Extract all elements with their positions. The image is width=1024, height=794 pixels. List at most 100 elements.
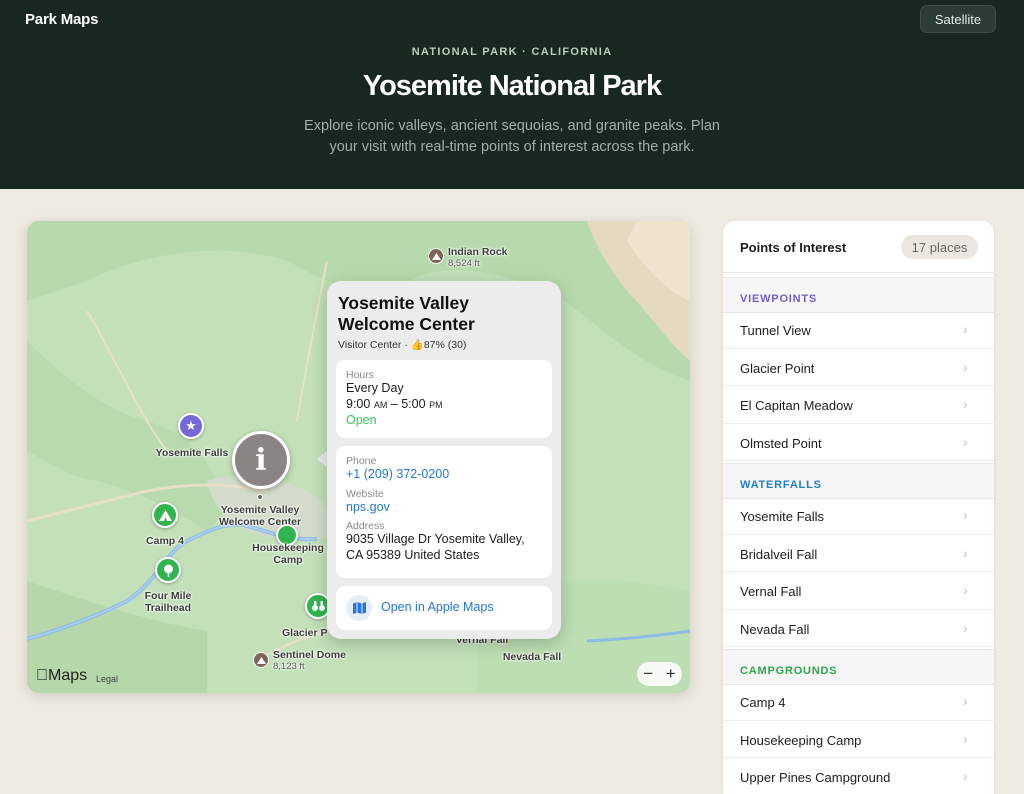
zoom-out-button[interactable]: − [643, 664, 653, 684]
poi-item-label: El Capitan Meadow [740, 398, 853, 413]
marker-label-four-mile: Four Mile Trailhead [128, 590, 208, 614]
marker-name: Housekeeping [252, 542, 324, 554]
website-label: Website [346, 487, 384, 500]
info-icon[interactable]: i [232, 431, 290, 489]
address-label: Address [346, 520, 385, 532]
chevron-right-icon: › [963, 693, 968, 709]
poi-item-upper-pines[interactable]: Upper Pines Campground › [723, 758, 994, 794]
marker-label-indian-rock: Indian Rock 8,524 ft [448, 246, 508, 270]
chevron-right-icon: › [963, 321, 968, 337]
hours-label: Hours [346, 369, 375, 381]
poi-item-housekeeping-camp[interactable]: Housekeeping Camp › [723, 721, 994, 758]
apple-icon:  [36, 667, 48, 684]
poi-item-olmsted-point[interactable]: Olmsted Point › [723, 424, 994, 461]
contact-card: Phone +1 (209) 372-0200 Website nps.gov … [336, 446, 552, 578]
poi-item-label: Nevada Fall [740, 621, 810, 637]
map-icon [346, 595, 372, 621]
satellite-button[interactable]: Satellite [920, 5, 996, 33]
marker-label-sentinel-dome: Sentinel Dome 8,123 ft [273, 649, 346, 673]
tent-icon[interactable] [152, 502, 178, 528]
category-waterfalls: WATERFALLS [723, 463, 994, 499]
chevron-right-icon: › [963, 433, 968, 450]
category-label: CAMPGROUNDS [740, 665, 838, 677]
hours-separator: – [387, 396, 402, 411]
chevron-right-icon: › [963, 730, 968, 747]
hours-time: 9:00 AM – 5:00 PM [346, 397, 542, 414]
poi-item-glacier-point[interactable]: Glacier Point › [723, 349, 994, 386]
phone-label: Phone [346, 455, 377, 467]
poi-count-badge: 17 places [901, 235, 978, 259]
poi-item-yosemite-falls[interactable]: Yosemite Falls › [723, 497, 994, 535]
category-viewpoints: VIEWPOINTS [723, 277, 994, 313]
marker-name: Four Mile [144, 590, 192, 602]
chevron-right-icon: › [963, 768, 968, 784]
zoom-in-button[interactable]: + [666, 664, 676, 684]
poi-header: Points of Interest 17 places [723, 221, 994, 273]
poi-item-bridalveil-fall[interactable]: Bridalveil Fall › [723, 535, 994, 572]
phone-link[interactable]: +1 (209) 372-0200 [346, 467, 542, 483]
marker-label-yosemite-falls: Yosemite Falls [155, 447, 229, 459]
popup-category: Visitor Center · [338, 339, 411, 351]
brand-logo[interactable]: Park Maps [25, 11, 98, 28]
poi-item-tunnel-view[interactable]: Tunnel View › [723, 311, 994, 349]
poi-item-vernal-fall[interactable]: Vernal Fall › [723, 572, 994, 610]
star-icon[interactable]: ★ [178, 413, 204, 439]
tree-icon[interactable] [155, 557, 181, 583]
poi-item-label: Upper Pines Campground [740, 770, 891, 785]
poi-item-camp-4[interactable]: Camp 4 › [723, 683, 994, 721]
popup-title: Yosemite Valley Welcome Center [338, 293, 475, 334]
open-in-maps-button[interactable]: Open in Apple Maps [336, 586, 552, 630]
marker-name: Camp [273, 554, 303, 566]
marker-name: Welcome Center [218, 516, 302, 528]
marker-name: Yosemite Valley [220, 504, 300, 516]
marker-label-welcome-center: Yosemite Valley Welcome Center [205, 504, 315, 528]
mountain-icon[interactable] [253, 652, 269, 668]
poi-item-label: Yosemite Falls [740, 509, 825, 524]
poi-item-label: Olmsted Point [740, 435, 822, 451]
address-line: 9035 Village Dr Yosemite Valley, [346, 532, 525, 546]
hours-close-time: 5:00 [401, 396, 426, 411]
place-popup: Yosemite Valley Welcome Center Visitor C… [327, 281, 561, 639]
popup-rating: 87% (30) [423, 339, 467, 351]
marker-label-camp4: Camp 4 [146, 535, 184, 547]
poi-item-label: Bridalveil Fall [740, 546, 818, 562]
poi-item-label: Vernal Fall [740, 584, 802, 599]
marker-label-housekeeping: Housekeeping Camp [243, 542, 333, 566]
chevron-right-icon: › [963, 619, 968, 636]
hours-days: Every Day [346, 381, 404, 395]
chevron-right-icon: › [963, 544, 968, 561]
hours-close-ampm: PM [429, 399, 443, 410]
hero-header: Park Maps Satellite NATIONAL PARK · CALI… [0, 0, 1024, 189]
category-label: WATERFALLS [740, 479, 822, 491]
chevron-right-icon: › [963, 582, 968, 598]
poi-item-label: Camp 4 [740, 695, 786, 710]
category-campgrounds: CAMPGROUNDS [723, 649, 994, 685]
poi-title: Points of Interest [740, 240, 847, 255]
marker-elevation: 8,123 ft [273, 661, 305, 672]
hours-open-ampm: AM [373, 399, 388, 410]
marker-name: Trailhead [144, 602, 192, 614]
chevron-right-icon: › [963, 358, 968, 375]
chevron-right-icon: › [963, 507, 968, 523]
poi-item-label: Glacier Point [740, 360, 815, 376]
location-dot [257, 494, 263, 500]
hours-status: Open [346, 413, 377, 427]
hours-card: Hours Every Day 9:00 AM – 5:00 PM Open [336, 360, 552, 438]
address-line: CA 95389 United States [346, 547, 480, 562]
hours-open-time: 9:00 [346, 396, 371, 411]
poi-item-label: Housekeeping Camp [740, 732, 862, 748]
category-label: VIEWPOINTS [740, 293, 818, 305]
chevron-right-icon: › [963, 396, 968, 412]
poi-item-label: Tunnel View [740, 323, 811, 338]
legal-link[interactable]: Legal [96, 674, 118, 684]
poi-item-el-capitan-meadow[interactable]: El Capitan Meadow › [723, 386, 994, 424]
popup-subtitle: Visitor Center · 👍87% (30) [338, 338, 466, 351]
mountain-icon[interactable] [428, 248, 444, 264]
apple-maps-logo: Maps [36, 667, 87, 685]
website-link[interactable]: nps.gov [346, 500, 542, 516]
marker-label-nevada-fall: Nevada Fall [502, 651, 562, 663]
marker-name: Sentinel Dome [273, 649, 346, 661]
thumbs-up-icon: 👍 [410, 339, 424, 351]
page-title: Yosemite National Park [362, 70, 662, 102]
poi-item-nevada-fall[interactable]: Nevada Fall › [723, 610, 994, 647]
